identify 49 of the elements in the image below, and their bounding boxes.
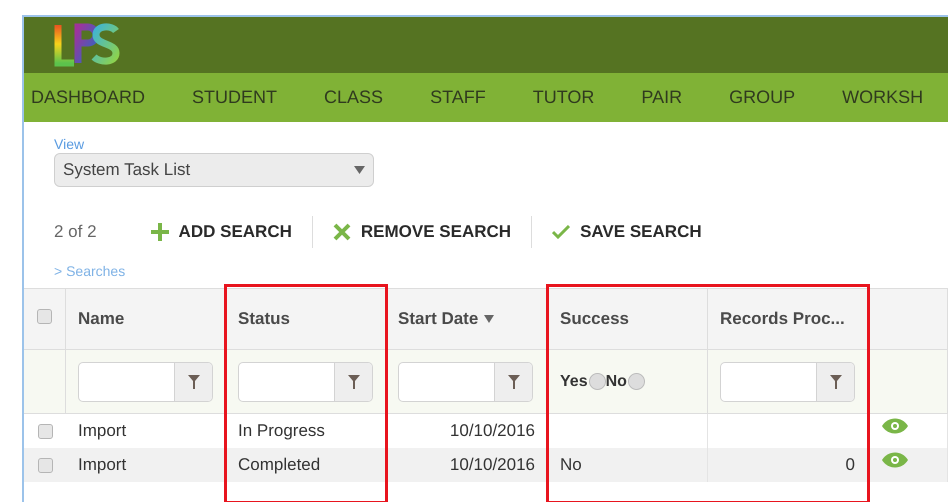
nav-link[interactable]: TUTOR <box>532 84 594 111</box>
plus-icon <box>150 223 169 241</box>
nav-link[interactable]: STAFF <box>430 84 486 111</box>
toolbar-button[interactable]: ADD SEARCH <box>146 219 296 245</box>
nav-link[interactable]: PAIR <box>641 84 682 111</box>
column-header[interactable]: Success <box>548 289 708 349</box>
eye-icon[interactable] <box>882 452 908 468</box>
nav-link[interactable]: GROUP <box>729 84 796 111</box>
toolbar-button[interactable]: SAVE SEARCH <box>548 219 706 245</box>
filter-icon <box>348 374 360 388</box>
table-cell-text: 10/10/2016 <box>450 420 535 442</box>
filter-field[interactable] <box>720 362 855 402</box>
filter-field[interactable] <box>398 362 533 402</box>
table-row[interactable]: Import Completed 10/10/2016 No 0 <box>24 448 948 482</box>
nav-link[interactable]: WORKSH <box>842 84 924 111</box>
caret-down-icon <box>354 166 365 174</box>
filter-icon <box>188 374 200 388</box>
radio-option[interactable]: No <box>606 370 645 394</box>
nav-link[interactable]: DASHBOARD <box>31 84 146 111</box>
result-count: 2 of 2 <box>54 221 97 244</box>
view-label: View <box>54 137 86 151</box>
column-header[interactable]: Records Proc... <box>708 289 868 349</box>
filter-field[interactable] <box>238 362 373 402</box>
table-cell-text: No <box>560 454 582 476</box>
table-cell-text: Completed <box>238 454 320 476</box>
close-icon <box>332 223 351 241</box>
logo-icon <box>54 23 120 67</box>
table-cell-text: Import <box>78 420 126 442</box>
table-cell-text: 10/10/2016 <box>450 454 535 476</box>
eye-icon[interactable] <box>882 418 908 434</box>
check-icon <box>552 225 570 239</box>
filter-icon <box>830 374 842 388</box>
filter-field[interactable] <box>78 362 213 402</box>
nav-link[interactable]: CLASS <box>324 84 384 111</box>
table-cell-text: Import <box>78 454 126 476</box>
column-header[interactable]: Name <box>66 289 226 349</box>
toolbar-button[interactable]: REMOVE SEARCH <box>328 219 516 245</box>
checkbox[interactable] <box>38 458 52 472</box>
column-header[interactable]: Start Date <box>386 289 548 349</box>
checkbox[interactable] <box>37 309 52 324</box>
table-cell-text: In Progress <box>238 420 325 442</box>
view-dropdown[interactable]: System Task List <box>54 153 374 187</box>
nav-link[interactable]: STUDENT <box>192 84 278 111</box>
column-header[interactable]: Status <box>226 289 386 349</box>
radio-option[interactable]: Yes <box>560 370 606 394</box>
view-dropdown-value: System Task List <box>63 159 190 182</box>
checkbox[interactable] <box>38 424 52 438</box>
table-cell-text: 0 <box>846 454 855 476</box>
filter-icon <box>508 374 520 388</box>
